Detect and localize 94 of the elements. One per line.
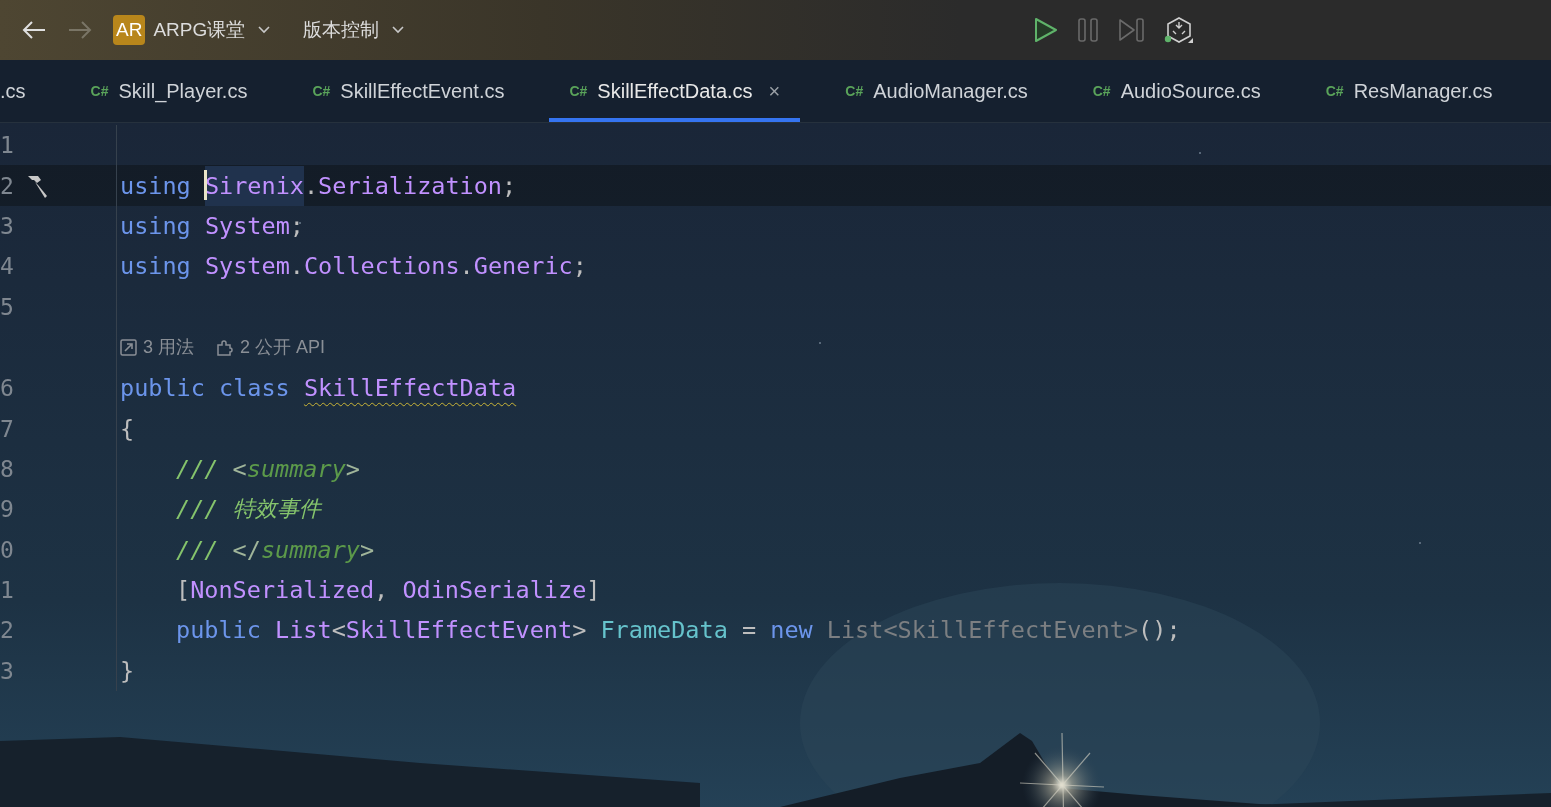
keyword: new [769,616,813,645]
code-token: OdinSerialize [401,576,587,605]
line-number: 4 [0,253,15,280]
tab-label: .cs [0,79,26,103]
code-token: System [203,252,290,281]
code-token: NonSerialized [190,576,375,605]
doc-comment: > [359,535,375,564]
punctuation: > [572,616,587,645]
close-tab-button[interactable]: × [768,79,781,103]
code-token: System [203,211,290,240]
code-token: List [274,616,332,645]
field-name: FrameData [599,616,728,645]
line-number: 5 [0,293,15,320]
pause-icon[interactable] [1078,18,1098,42]
doc-comment: summary [260,535,360,564]
line-number: 1 [0,577,15,604]
code-token: Sirenix [204,165,304,206]
csharp-file-icon: C# [312,83,331,99]
punctuation: (); [1138,616,1181,645]
punctuation: ; [572,252,587,281]
csharp-file-icon: C# [1325,83,1344,99]
doc-comment: 特效事件 [231,495,321,524]
doc-comment: summary [246,454,346,483]
keyword: using [120,252,191,281]
punctuation: [ [176,576,191,605]
punctuation: . [459,252,474,281]
code-token: List<SkillEffectEvent> [825,616,1139,645]
keyword: class [218,374,290,403]
file-tab[interactable]: C# SkillEffectEvent.cs [292,60,525,122]
doc-comment: </ [231,535,261,564]
punctuation: ; [502,171,517,200]
vcs-menu[interactable]: 版本控制 [303,13,406,47]
line-number: 1 [0,132,15,159]
file-tab[interactable]: C# ResManager.cs [1305,60,1513,122]
punctuation: . [289,252,304,281]
csharp-file-icon: C# [90,83,109,99]
punctuation: < [331,616,346,645]
code-lens-hint[interactable]: 2 公开 API [216,335,326,360]
code-token: Serialization [318,171,503,200]
doc-comment: < [231,454,247,483]
step-icon[interactable] [1118,18,1144,42]
tab-label: SkillEffectData.cs [597,79,753,103]
project-name: ARPG课堂 [153,18,246,42]
line-number: 0 [0,536,15,563]
punctuation: , [374,576,389,605]
keyword: public [176,616,261,645]
line-number: 3 [0,657,15,684]
keyword: using [120,211,191,240]
punctuation: = [740,616,757,645]
line-number: 3 [0,212,15,239]
csharp-file-icon: C# [845,83,864,99]
punctuation: } [120,656,135,685]
file-tab[interactable]: .cs [0,60,46,122]
code-token: SkillEffectData [302,374,517,403]
file-tab[interactable]: C# AudioSource.cs [1072,60,1281,122]
doc-comment: /// [176,535,219,564]
keyword: using [120,171,191,200]
doc-comment: /// [176,454,219,483]
tab-label: Skill_Player.cs [118,79,248,103]
doc-comment: /// [176,495,219,524]
project-selector[interactable]: AR ARPG课堂 [113,11,272,49]
chevron-down-icon [257,25,272,35]
line-number: 6 [0,375,15,402]
line-number: 8 [0,455,15,482]
back-arrow-icon[interactable] [21,19,47,41]
code-token: Collections [303,252,460,281]
line-number: 9 [0,496,15,523]
chevron-down-icon [391,25,406,35]
punctuation: { [120,414,135,443]
file-tab[interactable]: C# AudioManager.cs [825,60,1048,122]
vcs-label: 版本控制 [303,18,380,42]
project-badge: AR [113,15,146,45]
line-number: 2 [0,172,15,199]
puzzle-icon [216,338,234,356]
doc-comment: > [345,454,360,483]
tab-label: SkillEffectEvent.cs [340,79,505,103]
keyword: public [120,374,205,403]
code-token: Generic [473,252,573,281]
tab-label: AudioSource.cs [1120,79,1261,103]
punctuation: ] [586,576,601,605]
code-token: SkillEffectEvent [345,616,573,645]
tab-label: ResManager.cs [1353,79,1493,103]
line-number: 7 [0,415,15,442]
punctuation: ; [289,211,304,240]
code-lens-hint[interactable]: 3 用法 [120,335,194,360]
external-link-icon [120,338,137,356]
csharp-file-icon: C# [1092,83,1111,99]
run-icon[interactable] [1034,17,1058,43]
text-cursor [204,170,207,201]
punctuation: . [303,171,319,200]
line-number: 2 [0,617,15,644]
tab-label: AudioManager.cs [873,79,1028,103]
csharp-file-icon: C# [569,83,588,99]
file-tab[interactable]: C# Skill_Player.cs [70,60,268,122]
